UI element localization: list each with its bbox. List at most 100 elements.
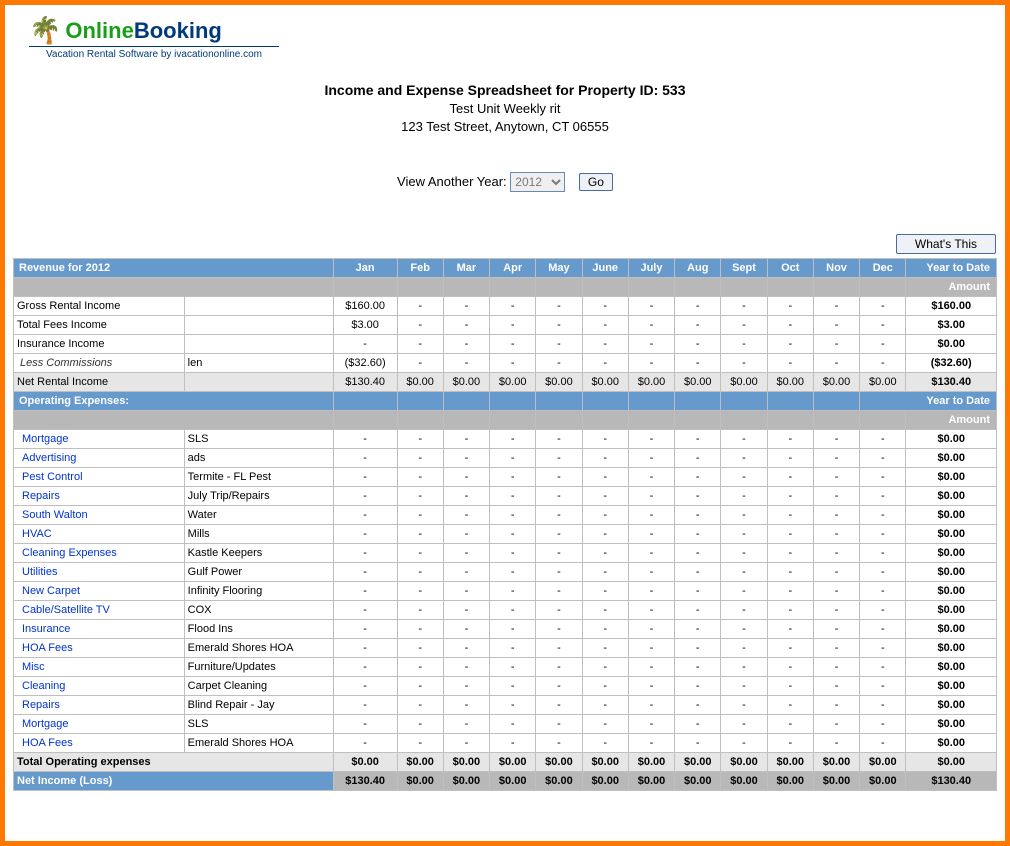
expense-month: - [767, 449, 813, 468]
expense-category-link[interactable]: South Walton [14, 506, 185, 525]
expense-month: - [721, 582, 767, 601]
month-header: Apr [490, 259, 536, 278]
go-button[interactable]: Go [579, 173, 613, 191]
expense-month: - [628, 677, 674, 696]
revenue-month: - [767, 354, 813, 373]
revenue-category: Total Fees Income [14, 316, 185, 335]
expense-category-link[interactable]: Cleaning [14, 677, 185, 696]
expense-month: - [397, 620, 443, 639]
expense-month: - [675, 658, 721, 677]
net-rental-month: $0.00 [675, 373, 721, 392]
revenue-month: - [628, 297, 674, 316]
total-expense-month: $0.00 [767, 753, 813, 772]
expense-category-link[interactable]: Repairs [14, 696, 185, 715]
month-header: Oct [767, 259, 813, 278]
expense-month: - [397, 544, 443, 563]
expense-month: - [490, 487, 536, 506]
expense-month: - [582, 734, 628, 753]
expense-ytd: $0.00 [906, 487, 997, 506]
expense-month: - [628, 468, 674, 487]
expense-category-link[interactable]: Pest Control [14, 468, 185, 487]
expense-month: - [443, 658, 489, 677]
spacer [582, 392, 628, 411]
expense-month: - [813, 658, 859, 677]
revenue-month: - [675, 316, 721, 335]
expense-month: - [582, 677, 628, 696]
expense-month: - [675, 544, 721, 563]
amount-header: Amount [906, 411, 997, 430]
revenue-month: - [490, 316, 536, 335]
expense-month: - [397, 487, 443, 506]
expense-category-link[interactable]: Mortgage [14, 430, 185, 449]
expense-vendor: Termite - FL Pest [184, 468, 333, 487]
expense-month: - [721, 525, 767, 544]
expense-vendor: SLS [184, 430, 333, 449]
expense-month: - [675, 563, 721, 582]
expense-month: - [860, 696, 906, 715]
expense-month: - [628, 582, 674, 601]
spacer [767, 392, 813, 411]
total-expense-month: $0.00 [333, 753, 397, 772]
whats-this-button[interactable]: What's This [896, 234, 996, 254]
spacer [397, 411, 443, 430]
revenue-jan: ($32.60) [333, 354, 397, 373]
expense-month: - [536, 525, 582, 544]
expense-category-link[interactable]: New Carpet [14, 582, 185, 601]
expense-category-link[interactable]: Insurance [14, 620, 185, 639]
expense-month: - [767, 715, 813, 734]
expense-category-link[interactable]: Cleaning Expenses [14, 544, 185, 563]
expense-month: - [333, 525, 397, 544]
year-label: View Another Year: [397, 174, 507, 189]
expense-month: - [536, 563, 582, 582]
expense-month: - [675, 468, 721, 487]
year-select[interactable]: 2012 [510, 172, 565, 192]
expense-month: - [333, 734, 397, 753]
expense-vendor: Carpet Cleaning [184, 677, 333, 696]
spacer [582, 278, 628, 297]
expense-month: - [333, 563, 397, 582]
expense-ytd: $0.00 [906, 601, 997, 620]
net-rental-month: $0.00 [490, 373, 536, 392]
expense-category-link[interactable]: Repairs [14, 487, 185, 506]
expense-category-link[interactable]: Mortgage [14, 715, 185, 734]
revenue-month: - [536, 297, 582, 316]
total-expense-month: $0.00 [443, 753, 489, 772]
expense-month: - [860, 658, 906, 677]
spacer [813, 411, 859, 430]
expense-month: - [536, 639, 582, 658]
expense-month: - [397, 582, 443, 601]
revenue-vendor [184, 297, 333, 316]
expense-vendor: Blind Repair - Jay [184, 696, 333, 715]
expense-month: - [628, 715, 674, 734]
expense-month: - [582, 506, 628, 525]
expense-ytd: $0.00 [906, 639, 997, 658]
expense-month: - [536, 677, 582, 696]
unit-address: 123 Test Street, Anytown, CT 06555 [13, 119, 997, 134]
expense-month: - [628, 696, 674, 715]
expense-category-link[interactable]: HOA Fees [14, 734, 185, 753]
expense-month: - [582, 696, 628, 715]
expense-month: - [767, 506, 813, 525]
expense-category-link[interactable]: HVAC [14, 525, 185, 544]
expense-category-link[interactable]: Advertising [14, 449, 185, 468]
expense-month: - [397, 734, 443, 753]
expense-ytd: $0.00 [906, 449, 997, 468]
expense-category-link[interactable]: Cable/Satellite TV [14, 601, 185, 620]
expense-month: - [628, 449, 674, 468]
expense-category-link[interactable]: Utilities [14, 563, 185, 582]
revenue-vendor [184, 335, 333, 354]
expense-month: - [628, 620, 674, 639]
expense-month: - [721, 696, 767, 715]
revenue-month: - [767, 335, 813, 354]
expense-category-link[interactable]: Misc [14, 658, 185, 677]
expense-month: - [628, 506, 674, 525]
total-expense-month: $0.00 [536, 753, 582, 772]
expense-ytd: $0.00 [906, 544, 997, 563]
expense-month: - [767, 639, 813, 658]
revenue-month: - [397, 316, 443, 335]
expense-month: - [397, 658, 443, 677]
revenue-jan: - [333, 335, 397, 354]
expense-month: - [721, 734, 767, 753]
expense-month: - [813, 430, 859, 449]
expense-category-link[interactable]: HOA Fees [14, 639, 185, 658]
